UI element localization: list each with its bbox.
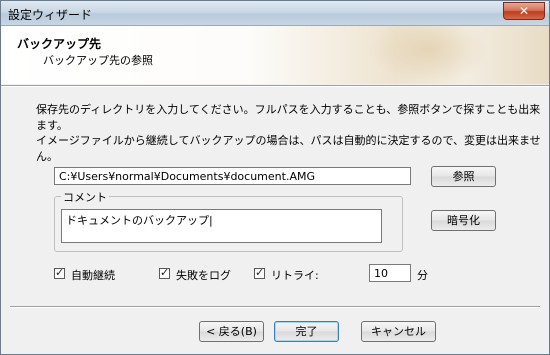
- title-bar[interactable]: 設定ウィザード ✕: [1, 1, 549, 26]
- retry-minutes-input[interactable]: [369, 264, 411, 282]
- cancel-button[interactable]: キャンセル: [361, 321, 436, 342]
- log-failure-checkbox[interactable]: ✓: [159, 266, 170, 279]
- window-title: 設定ウィザード: [8, 8, 93, 22]
- check-icon: ✓: [160, 266, 170, 279]
- retry-checkbox[interactable]: ✓: [254, 266, 265, 279]
- instruction-text-2: イメージファイルから継続してバックアップの場合は、パスは自動的に決定するので、変…: [36, 134, 541, 163]
- auto-continue-label: 自動継続: [71, 269, 115, 282]
- instruction-text-1: 保存先のディレクトリを入力してください。フルパスを入力することも、参照ボタンで探…: [36, 103, 541, 132]
- log-failure-label: 失敗をログ: [176, 269, 231, 282]
- retry-unit-label: 分: [417, 269, 428, 282]
- back-button[interactable]: < 戻る(B): [199, 321, 264, 342]
- footer-divider: [10, 306, 540, 308]
- header-decoration: [369, 26, 489, 84]
- check-icon: ✓: [255, 266, 265, 279]
- comment-input[interactable]: ドキュメントのバックアップ|: [61, 209, 382, 243]
- check-icon: ✓: [55, 266, 65, 279]
- browse-button[interactable]: 参照: [431, 166, 496, 187]
- page-title: バックアップ先: [17, 37, 102, 51]
- finish-button[interactable]: 完了: [274, 321, 339, 342]
- wizard-window: 設定ウィザード ✕ バックアップ先 バックアップ先の参照 保存先のディレクトリを…: [0, 0, 550, 355]
- close-button[interactable]: ✕: [503, 2, 545, 20]
- close-icon: ✕: [518, 4, 530, 18]
- wizard-header: バックアップ先 バックアップ先の参照: [1, 26, 549, 84]
- encrypt-button[interactable]: 暗号化: [431, 210, 496, 231]
- header-divider: [1, 85, 549, 87]
- retry-label: リトライ:: [271, 269, 319, 282]
- auto-continue-checkbox[interactable]: ✓: [54, 266, 65, 279]
- comment-label: コメント: [61, 189, 109, 205]
- page-subtitle: バックアップ先の参照: [43, 54, 153, 67]
- path-input[interactable]: [54, 167, 411, 185]
